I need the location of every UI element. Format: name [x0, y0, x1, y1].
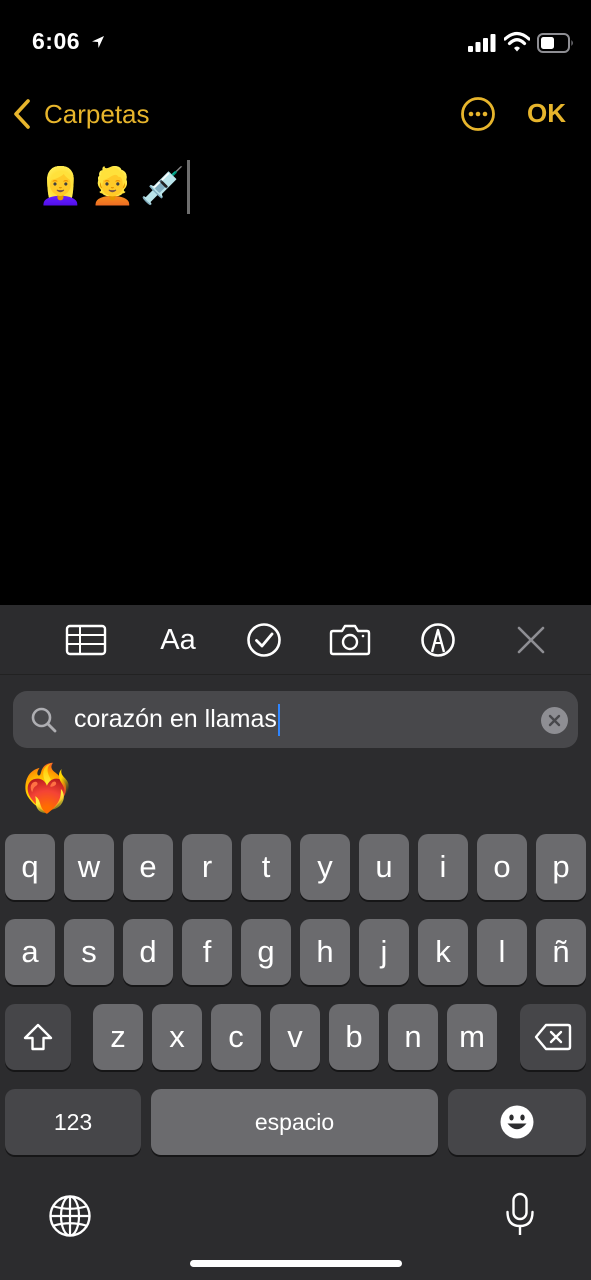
cellular-signal-icon — [468, 34, 496, 52]
close-toolbar-button[interactable] — [509, 620, 553, 660]
camera-icon — [329, 624, 371, 656]
key-f[interactable]: f — [182, 919, 232, 985]
markup-button[interactable] — [416, 620, 460, 660]
key-o[interactable]: o — [477, 834, 527, 900]
key-n[interactable]: n — [388, 1004, 438, 1070]
note-emoji-syringe[interactable]: 💉 — [140, 164, 185, 210]
search-caret — [278, 704, 280, 736]
back-button[interactable]: Carpetas — [10, 96, 150, 132]
key-h[interactable]: h — [300, 919, 350, 985]
pen-circle-icon — [421, 623, 455, 657]
close-icon — [517, 626, 545, 654]
key-l[interactable]: l — [477, 919, 527, 985]
search-input[interactable]: corazón en llamas — [74, 705, 277, 734]
key-b[interactable]: b — [329, 1004, 379, 1070]
battery-icon — [537, 33, 573, 53]
space-key[interactable]: espacio — [151, 1089, 438, 1155]
clear-x-icon — [548, 714, 561, 727]
checkmark-circle-icon — [247, 623, 281, 657]
key-w[interactable]: w — [64, 834, 114, 900]
key-q[interactable]: q — [5, 834, 55, 900]
globe-icon[interactable] — [48, 1194, 92, 1238]
key-x[interactable]: x — [152, 1004, 202, 1070]
key-e[interactable]: e — [123, 834, 173, 900]
key-g[interactable]: g — [241, 919, 291, 985]
numbers-key[interactable]: 123 — [5, 1089, 141, 1155]
key-m[interactable]: m — [447, 1004, 497, 1070]
key-p[interactable]: p — [536, 834, 586, 900]
microphone-icon[interactable] — [504, 1192, 536, 1238]
emoji-result-heart-on-fire[interactable]: ❤️‍🔥 — [18, 758, 75, 818]
emoji-key[interactable] — [448, 1089, 586, 1155]
backspace-icon — [534, 1023, 572, 1051]
wifi-icon — [504, 31, 530, 52]
home-indicator — [190, 1260, 402, 1267]
checklist-button[interactable] — [242, 620, 286, 660]
key-z[interactable]: z — [93, 1004, 143, 1070]
key-a[interactable]: a — [5, 919, 55, 985]
clear-search-button[interactable] — [541, 707, 568, 734]
key-j[interactable]: j — [359, 919, 409, 985]
key-t[interactable]: t — [241, 834, 291, 900]
table-icon — [65, 624, 107, 656]
key-d[interactable]: d — [123, 919, 173, 985]
delete-key[interactable] — [520, 1004, 586, 1070]
format-button[interactable]: Aa — [154, 620, 202, 660]
more-options-icon[interactable] — [460, 96, 496, 132]
note-emoji-woman-blond[interactable]: 👱‍♀️ — [38, 164, 83, 210]
shift-arrow-icon — [23, 1023, 53, 1051]
key-v[interactable]: v — [270, 1004, 320, 1070]
chevron-left-icon — [14, 99, 30, 129]
key-ñ[interactable]: ñ — [536, 919, 586, 985]
key-c[interactable]: c — [211, 1004, 261, 1070]
smiley-face-icon — [500, 1105, 534, 1139]
search-icon — [31, 707, 57, 733]
note-emoji-person-blond[interactable]: 👱 — [90, 164, 135, 210]
key-s[interactable]: s — [64, 919, 114, 985]
key-y[interactable]: y — [300, 834, 350, 900]
key-u[interactable]: u — [359, 834, 409, 900]
key-r[interactable]: r — [182, 834, 232, 900]
key-k[interactable]: k — [418, 919, 468, 985]
location-arrow-icon — [92, 36, 104, 48]
camera-button[interactable] — [328, 620, 372, 660]
key-i[interactable]: i — [418, 834, 468, 900]
done-button[interactable]: OK — [527, 98, 566, 129]
shift-key[interactable] — [5, 1004, 71, 1070]
toolbar-divider — [0, 674, 591, 675]
text-caret — [187, 160, 190, 214]
back-label: Carpetas — [44, 98, 150, 129]
table-button[interactable] — [64, 620, 108, 660]
status-time: 6:06 — [32, 28, 81, 54]
